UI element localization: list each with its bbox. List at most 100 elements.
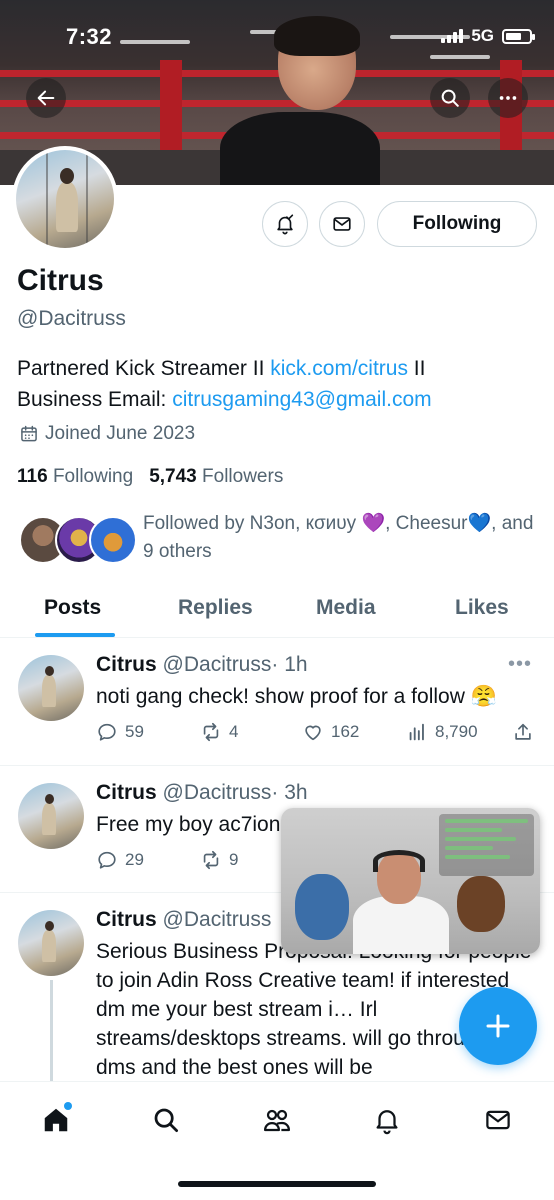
back-button[interactable] <box>26 78 66 118</box>
compose-button[interactable] <box>459 987 537 1065</box>
post-author-name[interactable]: Citrus <box>96 781 157 804</box>
reply-icon <box>98 723 116 741</box>
views-button[interactable]: 8,790 <box>406 721 478 743</box>
follow-counts: 116 Following 5,743 Followers <box>17 466 283 488</box>
repost-button[interactable]: 9 <box>200 849 238 871</box>
like-count: 162 <box>331 722 360 741</box>
post-header: Citrus @Dacitruss· 3h <box>96 781 308 805</box>
more-icon <box>499 96 517 100</box>
avatar <box>89 516 137 564</box>
mail-icon <box>486 1110 510 1130</box>
profile-bio: Partnered Kick Streamer II kick.com/citr… <box>17 353 537 415</box>
home-indicator[interactable] <box>178 1181 376 1187</box>
post-avatar[interactable] <box>18 783 84 849</box>
plus-icon <box>486 1014 510 1038</box>
post-author-handle: @Dacitruss <box>162 781 272 804</box>
post-header: Citrus @Dacitruss <box>96 908 271 932</box>
post-timestamp: · 3h <box>271 781 308 804</box>
bio-text: II <box>407 357 426 380</box>
post-author-handle: @Dacitruss <box>162 653 272 676</box>
stream-chat-overlay <box>439 814 534 876</box>
bio-text: Business Email: <box>17 388 173 411</box>
headset <box>373 850 425 872</box>
post-text: noti gang check! show proof for a follow… <box>96 685 497 708</box>
tab-replies[interactable]: Replies <box>178 596 253 620</box>
joined-text: Joined June 2023 <box>45 423 196 444</box>
nav-search[interactable] <box>146 1100 186 1140</box>
followers-count-link[interactable]: 5,743 Followers <box>149 466 283 488</box>
signal-icon <box>441 29 464 43</box>
joined-date: Joined June 2023 <box>19 423 195 445</box>
active-tab-indicator <box>35 633 115 637</box>
reply-count: 29 <box>125 850 144 869</box>
banner-person <box>220 16 380 185</box>
bell-icon <box>376 1110 398 1135</box>
post-item[interactable]: Citrus @Dacitruss· 1h ••• noti gang chec… <box>0 639 554 766</box>
bell-check-icon <box>277 214 294 235</box>
repost-count: 9 <box>229 850 239 869</box>
display-name: Citrus <box>17 264 104 297</box>
nav-home[interactable] <box>36 1100 76 1140</box>
status-indicators: 5G <box>441 26 535 46</box>
tab-posts[interactable]: Posts <box>44 596 101 620</box>
repost-button[interactable]: 4 <box>200 721 238 743</box>
pip-video-player[interactable] <box>281 808 540 954</box>
profile-tabs: Posts Replies Media Likes <box>0 582 554 638</box>
ceiling-light <box>430 55 490 59</box>
analytics-icon <box>409 723 424 741</box>
following-count-link[interactable]: 116 Following <box>17 466 133 488</box>
repost-icon <box>203 722 219 742</box>
nav-notifications[interactable] <box>367 1100 407 1140</box>
mail-icon <box>333 217 351 231</box>
post-author-handle: @Dacitruss <box>162 908 272 931</box>
search-button[interactable] <box>430 78 470 118</box>
reply-button[interactable]: 59 <box>96 721 144 743</box>
post-author-name[interactable]: Citrus <box>96 908 157 931</box>
nav-communities[interactable] <box>257 1100 297 1140</box>
share-button[interactable] <box>512 721 534 743</box>
bio-link[interactable]: kick.com/citrus <box>270 357 408 380</box>
post-avatar[interactable] <box>18 655 84 721</box>
post-avatar[interactable] <box>18 910 84 976</box>
streamer <box>353 896 449 954</box>
unread-dot <box>64 1102 72 1110</box>
plush-toy <box>295 874 349 940</box>
post-more-button[interactable]: ••• <box>508 653 532 676</box>
repost-count: 4 <box>229 722 239 741</box>
view-count: 8,790 <box>435 722 478 741</box>
heart-icon <box>305 725 321 741</box>
notifications-toggle-button[interactable] <box>262 201 308 247</box>
thread-line <box>50 980 53 1081</box>
bio-email-link[interactable]: citrusgaming43@gmail.com <box>172 388 431 411</box>
reply-icon <box>98 851 116 869</box>
search-icon <box>441 89 459 107</box>
profile-avatar[interactable] <box>12 146 118 252</box>
search-icon <box>154 1108 178 1132</box>
network-label: 5G <box>471 26 494 45</box>
reply-button[interactable]: 29 <box>96 849 144 871</box>
arrow-left-icon <box>37 90 55 106</box>
message-button[interactable] <box>319 201 365 247</box>
share-icon <box>515 723 531 740</box>
bio-text: Partnered Kick Streamer II <box>17 357 271 380</box>
profile-handle: @Dacitruss <box>17 307 126 330</box>
tab-media[interactable]: Media <box>316 596 376 620</box>
followed-by-avatars[interactable] <box>19 516 139 566</box>
post-header: Citrus @Dacitruss· 1h <box>96 653 308 677</box>
more-options-button[interactable] <box>488 78 528 118</box>
status-time: 7:32 <box>66 24 113 49</box>
tab-likes[interactable]: Likes <box>455 596 509 620</box>
nav-messages[interactable] <box>478 1100 518 1140</box>
followed-by-text[interactable]: Followed by N3on, кσиυу 💜, Cheesur💙, and… <box>143 510 543 566</box>
repost-icon <box>203 850 219 870</box>
post-timestamp: · 1h <box>271 653 308 676</box>
post-author-name[interactable]: Citrus <box>96 653 157 676</box>
following-button[interactable]: Following <box>377 201 537 247</box>
reply-count: 59 <box>125 722 144 741</box>
battery-icon <box>502 28 535 44</box>
post-actions: 59 4 162 8,790 <box>96 721 536 747</box>
communities-icon <box>264 1109 290 1132</box>
like-button[interactable]: 162 <box>302 721 359 743</box>
plush-toy <box>457 876 505 932</box>
calendar-icon <box>21 425 37 442</box>
